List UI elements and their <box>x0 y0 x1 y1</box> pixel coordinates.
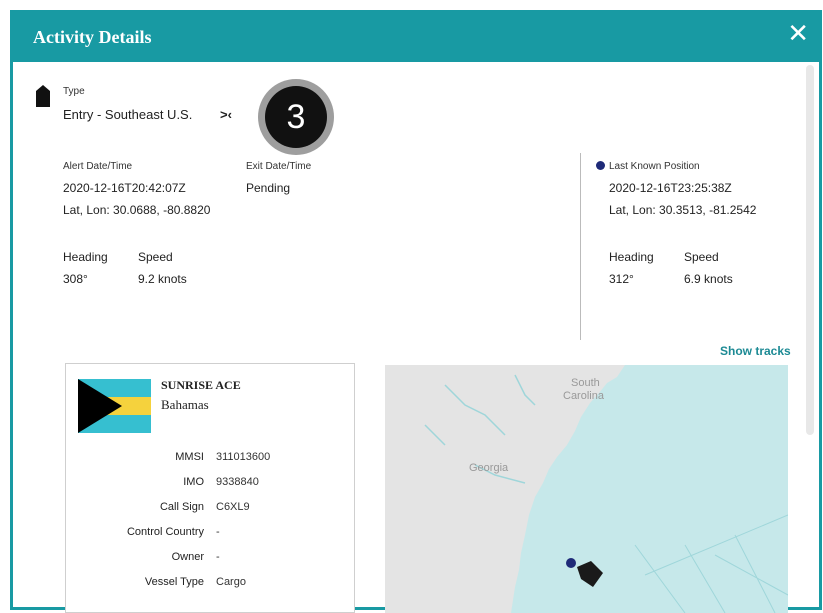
vessel-field-row: MMSI 311013600 <box>66 451 356 467</box>
vessel-field-value: Cargo <box>216 576 246 588</box>
vessel-field-row: Call Sign C6XL9 <box>66 501 356 517</box>
last-known-position-label: Last Known Position <box>609 161 700 172</box>
activity-details-modal: Activity Details ✕ Type Entry - Southeas… <box>10 10 822 613</box>
scrollbar[interactable] <box>806 65 814 435</box>
speed-label: Speed <box>138 250 173 264</box>
vessel-field-row: Owner - <box>66 551 356 567</box>
type-value: Entry - Southeast U.S. <box>63 107 193 122</box>
last-heading-label: Heading <box>609 250 654 264</box>
type-label: Type <box>63 86 85 97</box>
column-divider <box>580 153 581 340</box>
step-badge: 3 <box>258 79 334 155</box>
modal-header: Activity Details ✕ <box>13 13 819 62</box>
alert-datetime-value: 2020-12-16T20:42:07Z <box>63 181 186 195</box>
vessel-field-value: C6XL9 <box>216 501 250 513</box>
map-label-south: South <box>571 377 600 389</box>
last-position-dot-icon <box>596 161 605 170</box>
map-label-georgia: Georgia <box>469 462 509 474</box>
vessel-field-key: Vessel Type <box>144 576 204 588</box>
show-tracks-link[interactable]: Show tracks <box>720 344 791 358</box>
exit-datetime-value: Pending <box>246 181 291 195</box>
last-speed-label: Speed <box>684 250 719 264</box>
close-button[interactable]: ✕ <box>787 21 809 47</box>
vessel-field-key: Control Country <box>126 526 204 538</box>
heading-value: 308° <box>63 272 88 286</box>
step-badge-number: 3 <box>265 86 327 148</box>
vessel-field-key: Call Sign <box>159 501 204 513</box>
vessel-name: SUNRISE ACE <box>161 378 241 392</box>
collapse-toggle-icon[interactable]: >‹ <box>220 107 232 122</box>
vessel-field-value: 311013600 <box>216 451 271 463</box>
map-canvas <box>385 365 788 613</box>
vessel-field-key: MMSI <box>175 451 204 463</box>
last-heading-value: 312° <box>609 272 634 286</box>
vessel-field-value: - <box>216 551 220 563</box>
vessel-field-row: Control Country - <box>66 526 356 542</box>
vessel-marker-icon <box>36 85 50 107</box>
alert-latlon: Lat, Lon: 30.0688, -80.8820 <box>63 203 211 217</box>
bahamas-flag-icon <box>78 379 151 433</box>
vessel-field-row: IMO 9338840 <box>66 476 356 492</box>
vessel-field-key: Owner <box>171 551 204 563</box>
vessel-field-key: IMO <box>183 476 204 488</box>
modal-title: Activity Details <box>33 27 152 47</box>
alert-datetime-label: Alert Date/Time <box>63 161 133 172</box>
vessel-card: SUNRISE ACE Bahamas MMSI 311013600 IMO 9… <box>65 363 355 613</box>
last-known-latlon: Lat, Lon: 30.3513, -81.2542 <box>609 203 757 217</box>
map-label-carolina: Carolina <box>563 390 604 402</box>
exit-datetime-label: Exit Date/Time <box>246 161 312 172</box>
last-speed-value: 6.9 knots <box>684 272 733 286</box>
speed-value: 9.2 knots <box>138 272 187 286</box>
vessel-map[interactable]: South Carolina Georgia <box>385 365 788 613</box>
vessel-field-row: Vessel Type Cargo <box>66 576 356 592</box>
vessel-field-value: - <box>216 526 220 538</box>
heading-label: Heading <box>63 250 108 264</box>
last-known-datetime: 2020-12-16T23:25:38Z <box>609 181 732 195</box>
vessel-flag-country: Bahamas <box>161 397 209 412</box>
vessel-field-value: 9338840 <box>216 476 259 488</box>
